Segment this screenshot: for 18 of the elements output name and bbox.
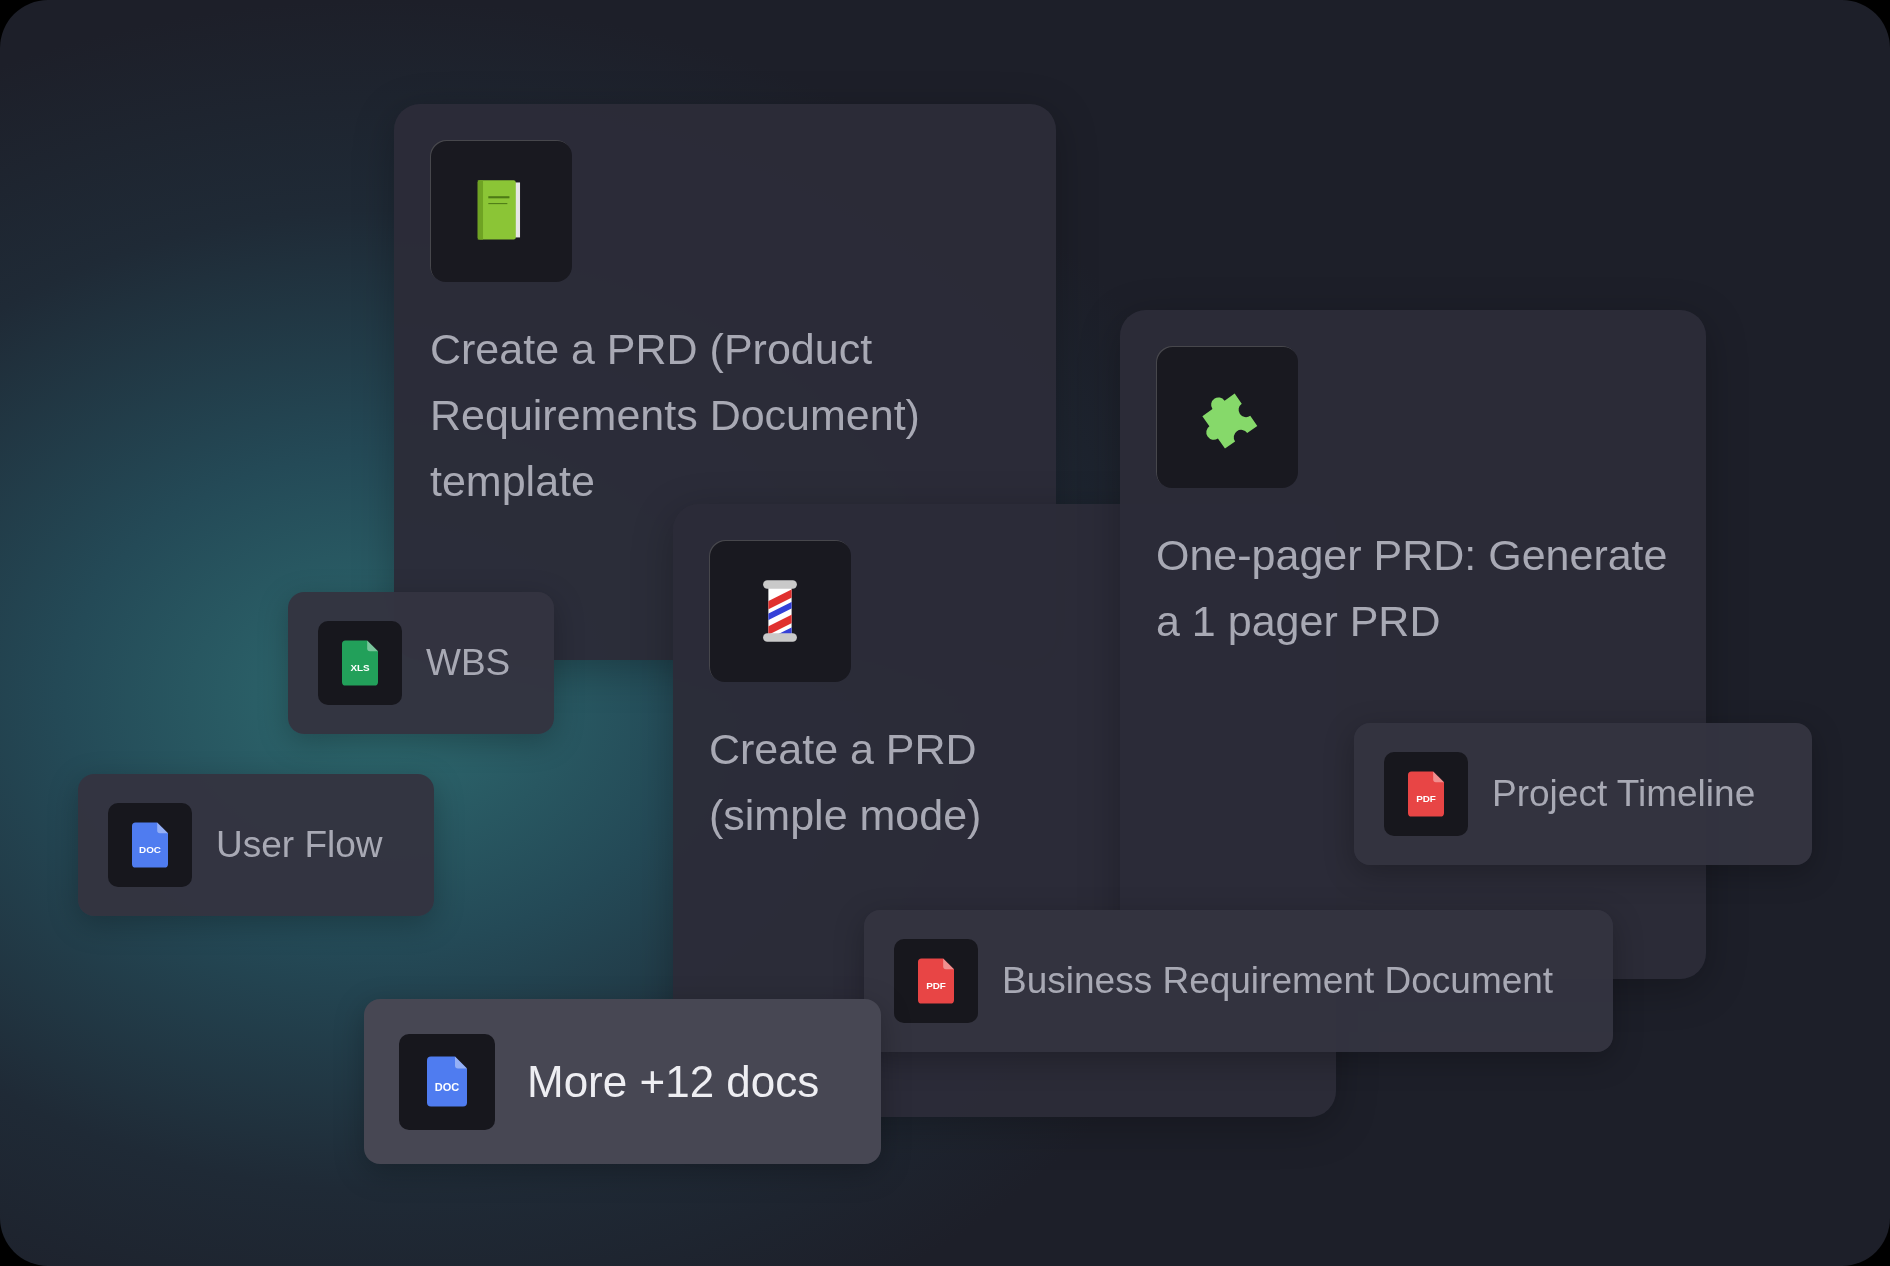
more-docs-label: More +12 docs (527, 1056, 820, 1107)
file-type-label: DOC (434, 1080, 460, 1093)
more-docs-chip[interactable]: DOC More +12 docs (364, 999, 881, 1164)
card-title: One-pager PRD: Generate a 1 pager PRD (1156, 530, 1669, 647)
document-chip[interactable]: PDF Project Timeline (1354, 723, 1812, 865)
document-name: User Flow (216, 824, 383, 866)
document-chip[interactable]: DOC User Flow (78, 774, 434, 916)
card-title: Create a PRD (simple mode) (709, 724, 983, 841)
file-type-label: XLS (350, 662, 370, 674)
document-chip[interactable]: XLS WBS (288, 592, 554, 734)
document-name: Business Requirement Document (1002, 960, 1554, 1002)
document-name: Project Timeline (1492, 773, 1756, 815)
document-name: WBS (426, 642, 511, 684)
document-chip[interactable]: PDF Business Requirement Document (864, 910, 1613, 1052)
file-type-label: DOC (139, 844, 161, 856)
card-title: Create a PRD (Product Requirements Document) template (430, 324, 921, 507)
file-type-label: PDF (1416, 793, 1436, 805)
file-type-label: PDF (926, 980, 946, 992)
